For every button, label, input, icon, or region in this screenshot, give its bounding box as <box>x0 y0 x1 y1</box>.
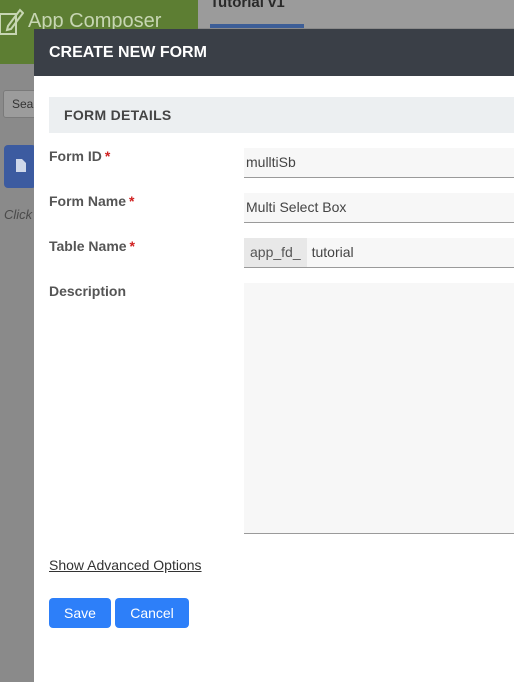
description-label: Description <box>49 283 127 299</box>
top-bar: Tutorial v1 <box>198 0 514 28</box>
form-name-input[interactable]: Multi Select Box <box>244 193 514 223</box>
save-button[interactable]: Save <box>49 598 111 628</box>
table-name-label: Table Name * <box>49 238 135 254</box>
hint-text: Click <box>4 207 33 222</box>
cancel-button[interactable]: Cancel <box>115 598 189 628</box>
breadcrumb[interactable]: Tutorial v1 <box>210 0 285 11</box>
description-textarea[interactable] <box>244 283 514 534</box>
form-id-label: Form ID * <box>49 148 111 164</box>
table-name-input[interactable]: tutorial <box>312 244 354 260</box>
pencil-icon <box>0 6 25 36</box>
active-tab-indicator <box>210 24 304 28</box>
section-form-details: FORM DETAILS <box>49 97 514 133</box>
table-prefix: app_fd_ <box>244 238 307 267</box>
required-marker: * <box>129 193 135 209</box>
document-tile[interactable] <box>4 145 36 188</box>
document-icon <box>16 159 26 172</box>
create-form-dialog: CREATE NEW FORM FORM DETAILS Form ID * mu… <box>34 29 514 682</box>
required-marker: * <box>129 238 135 254</box>
required-marker: * <box>104 148 111 164</box>
show-advanced-options-link[interactable]: Show Advanced Options <box>49 557 202 573</box>
form-id-input[interactable]: mulltiSb <box>244 148 514 178</box>
table-name-field[interactable]: app_fd_ tutorial <box>244 238 514 268</box>
form-name-label: Form Name * <box>49 193 135 209</box>
dialog-title: CREATE NEW FORM <box>34 29 514 76</box>
